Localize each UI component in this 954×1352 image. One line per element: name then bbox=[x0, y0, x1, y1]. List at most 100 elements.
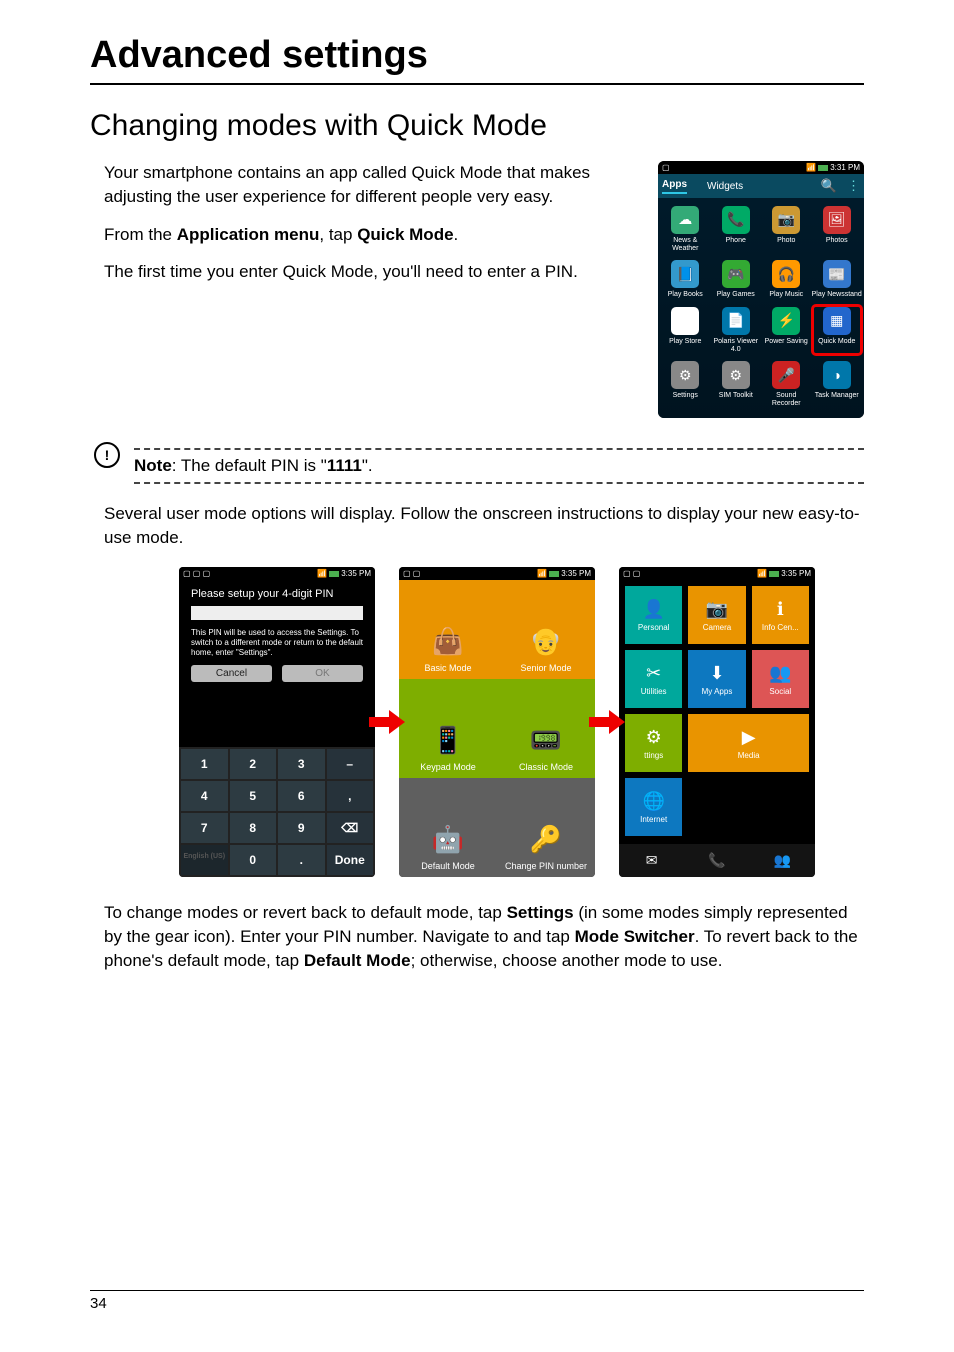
app-icon: ⚙ bbox=[722, 361, 750, 389]
app-icon: ☁ bbox=[671, 206, 699, 234]
page-title: Advanced settings bbox=[90, 34, 864, 77]
key-englishus[interactable]: English (US) bbox=[181, 845, 228, 875]
mode-tile-keypad-mode[interactable]: 📱Keypad Mode bbox=[399, 679, 497, 778]
signal-icon: 📶 bbox=[317, 569, 327, 578]
app-sound-recorder[interactable]: 🎤Sound Recorder bbox=[761, 359, 812, 409]
app-label: Photo bbox=[761, 237, 812, 245]
key-7[interactable]: 7 bbox=[181, 813, 228, 843]
app-power-saving[interactable]: ⚡ Power Saving bbox=[761, 305, 812, 355]
mode-icon: 🔑 bbox=[530, 824, 562, 855]
mode-tile-classic-mode[interactable]: 📟Classic Mode bbox=[497, 679, 595, 778]
tile-icon: 🌐 bbox=[642, 791, 664, 812]
app-icon: ⚡ bbox=[772, 307, 800, 335]
mode-tile-basic-mode[interactable]: 👜Basic Mode bbox=[399, 580, 497, 679]
key-[interactable]: , bbox=[327, 781, 374, 811]
app-polaris-viewer-4-0[interactable]: 📄Polaris Viewer 4.0 bbox=[711, 305, 762, 355]
search-icon[interactable]: 🔍 bbox=[821, 178, 837, 194]
after-note-paragraph: Several user mode options will display. … bbox=[104, 502, 864, 550]
mode-label: Classic Mode bbox=[519, 762, 573, 772]
signal-icon: 📶 bbox=[537, 569, 547, 578]
key-[interactable]: . bbox=[278, 845, 325, 875]
tile-icon: 📷 bbox=[706, 599, 728, 620]
home-tile-utilities[interactable]: ✂Utilities bbox=[625, 650, 682, 708]
app-label: Phone bbox=[711, 237, 762, 245]
key-3[interactable]: 3 bbox=[278, 749, 325, 779]
key-2[interactable]: 2 bbox=[230, 749, 277, 779]
bottom-bar-item[interactable]: 📞 bbox=[684, 844, 749, 877]
intro-paragraph-3: The first time you enter Quick Mode, you… bbox=[104, 260, 622, 284]
bottom-bar-item[interactable]: ✉ bbox=[619, 844, 684, 877]
app-play-store[interactable]: ▶Play Store bbox=[660, 305, 711, 355]
screenshot-apps-menu: ▢ 📶3:31 PM Apps Widgets 🔍 ⋮ ☁News & Weat… bbox=[658, 161, 864, 418]
app-sim-toolkit[interactable]: ⚙SIM Toolkit bbox=[711, 359, 762, 409]
app-play-newsstand[interactable]: 📰Play Newsstand bbox=[812, 258, 863, 301]
key-5[interactable]: 5 bbox=[230, 781, 277, 811]
key-6[interactable]: 6 bbox=[278, 781, 325, 811]
arrow-icon bbox=[589, 710, 625, 734]
app-icon: ◑ bbox=[823, 361, 851, 389]
status-left-icons: ▢ bbox=[662, 163, 670, 172]
tab-widgets[interactable]: Widgets bbox=[707, 181, 743, 192]
home-tile-ttings[interactable]: ⚙ttings bbox=[625, 714, 682, 772]
tile-label: My Apps bbox=[702, 687, 733, 696]
home-tile-camera[interactable]: 📷Camera bbox=[688, 586, 745, 644]
note-text: Note: The default PIN is "1111". bbox=[134, 456, 864, 476]
key-[interactable]: ⌫ bbox=[327, 813, 374, 843]
home-tile-my-apps[interactable]: ⬇My Apps bbox=[688, 650, 745, 708]
home-tile-info-cen...[interactable]: ℹInfo Cen... bbox=[752, 586, 809, 644]
signal-icon: 📶 bbox=[757, 569, 767, 578]
battery-icon bbox=[818, 165, 828, 171]
app-phone[interactable]: 📞 Phone bbox=[711, 204, 762, 254]
key-done[interactable]: Done bbox=[327, 845, 374, 875]
cancel-button[interactable]: Cancel bbox=[191, 665, 272, 682]
overflow-menu-icon[interactable]: ⋮ bbox=[847, 178, 860, 194]
key-9[interactable]: 9 bbox=[278, 813, 325, 843]
title-rule bbox=[90, 83, 864, 85]
home-tile-social[interactable]: 👥Social bbox=[752, 650, 809, 708]
app-photo[interactable]: 📷 Photo bbox=[761, 204, 812, 254]
app-play-books[interactable]: 📘Play Books bbox=[660, 258, 711, 301]
key-[interactable]: – bbox=[327, 749, 374, 779]
intro-paragraph-1: Your smartphone contains an app called Q… bbox=[104, 161, 622, 209]
app-news-weather[interactable]: ☁ News & Weather bbox=[660, 204, 711, 254]
app-label: Play Newsstand bbox=[812, 291, 863, 299]
app-label: Power Saving bbox=[761, 338, 812, 346]
app-settings[interactable]: ⚙Settings bbox=[660, 359, 711, 409]
mode-tile-change-pin-number[interactable]: 🔑Change PIN number bbox=[497, 778, 595, 877]
tile-label: Utilities bbox=[641, 687, 667, 696]
tab-apps[interactable]: Apps bbox=[662, 179, 687, 194]
home-tile-personal[interactable]: 👤Personal bbox=[625, 586, 682, 644]
home-tile-media[interactable]: ▶Media bbox=[688, 714, 809, 772]
app-icon: 📷 bbox=[772, 206, 800, 234]
key-4[interactable]: 4 bbox=[181, 781, 228, 811]
key-8[interactable]: 8 bbox=[230, 813, 277, 843]
app-task-manager[interactable]: ◑Task Manager bbox=[812, 359, 863, 409]
ok-button[interactable]: OK bbox=[282, 665, 363, 682]
status-time: 3:31 PM bbox=[830, 163, 860, 172]
tile-label: Social bbox=[769, 687, 791, 696]
bottom-bar-item[interactable]: 👥 bbox=[750, 844, 815, 877]
mode-label: Senior Mode bbox=[520, 663, 571, 673]
app-play-games[interactable]: 🎮Play Games bbox=[711, 258, 762, 301]
note-divider-bottom bbox=[134, 482, 864, 484]
mode-tile-default-mode[interactable]: 🤖Default Mode bbox=[399, 778, 497, 877]
tile-icon: 👤 bbox=[642, 599, 664, 620]
pin-description: This PIN will be used to access the Sett… bbox=[191, 628, 363, 657]
key-1[interactable]: 1 bbox=[181, 749, 228, 779]
intro-paragraph-2: From the Application menu, tap Quick Mod… bbox=[104, 223, 622, 247]
pin-input[interactable] bbox=[191, 606, 363, 620]
app-label: Play Music bbox=[761, 291, 812, 299]
app-icon: 🎮 bbox=[722, 260, 750, 288]
mode-icon: 🤖 bbox=[432, 824, 464, 855]
app-quick-mode[interactable]: ▦Quick Mode bbox=[812, 305, 863, 355]
page-number: 34 bbox=[90, 1295, 107, 1312]
battery-icon bbox=[329, 571, 339, 577]
home-tile-internet[interactable]: 🌐Internet bbox=[625, 778, 682, 836]
app-play-music[interactable]: 🎧Play Music bbox=[761, 258, 812, 301]
key-0[interactable]: 0 bbox=[230, 845, 277, 875]
battery-icon bbox=[769, 571, 779, 577]
app-icon: 📞 bbox=[722, 206, 750, 234]
app-photos[interactable]: 🖼Photos bbox=[812, 204, 863, 254]
mode-tile-senior-mode[interactable]: 👴Senior Mode bbox=[497, 580, 595, 679]
app-label: News & Weather bbox=[660, 237, 711, 252]
